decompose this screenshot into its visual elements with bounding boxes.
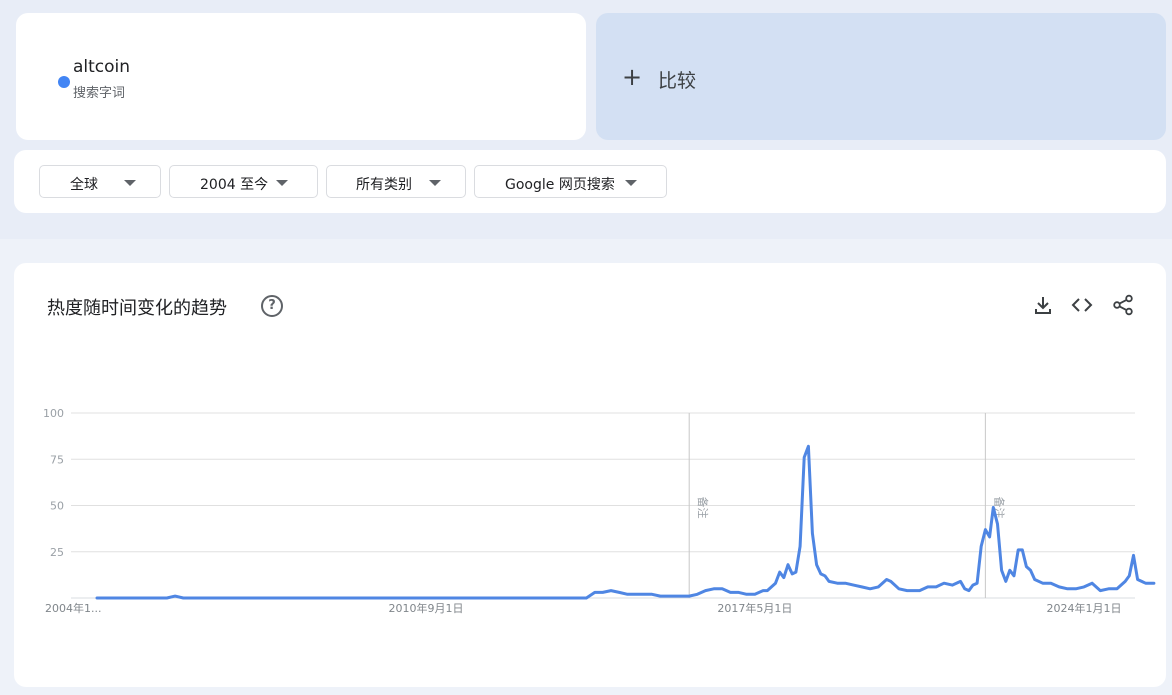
region-filter-label: 全球 xyxy=(70,177,98,193)
interest-over-time-card: 热度随时间变化的趋势 ? 100 75 50 25 备注 备注 2004年1... 2010年… xyxy=(14,263,1166,687)
chevron-down-icon xyxy=(625,180,637,186)
search-type-filter[interactable]: Google 网页搜索 xyxy=(474,165,667,198)
annotation-label: 备注 xyxy=(696,497,710,519)
y-tick-label: 100 xyxy=(43,407,64,420)
x-tick-label: 2017年5月1日 xyxy=(717,601,792,615)
compare-label: 比较 xyxy=(658,70,697,92)
x-tick-label: 2010年9月1日 xyxy=(389,601,464,615)
chevron-down-icon xyxy=(276,180,288,186)
search-term-type: 搜索字词 xyxy=(73,86,126,101)
compare-button[interactable]: + 比较 xyxy=(596,13,1166,140)
y-tick-label: 75 xyxy=(50,453,64,466)
search-type-filter-label: Google 网页搜索 xyxy=(505,177,615,193)
category-filter[interactable]: 所有类别 xyxy=(326,165,466,198)
series-color-dot xyxy=(58,76,70,88)
chevron-down-icon xyxy=(429,180,441,186)
plus-icon: + xyxy=(622,63,643,91)
category-filter-label: 所有类别 xyxy=(356,177,412,193)
y-tick-label: 25 xyxy=(50,546,64,559)
x-tick-label: 2004年1... xyxy=(45,601,101,615)
search-term-name: altcoin xyxy=(73,57,131,77)
y-tick-label: 50 xyxy=(50,500,64,513)
time-range-filter[interactable]: 2004 至今 xyxy=(169,165,318,198)
trend-chart: 100755025备注 备注2004年1... 2010年9月1日 2017年5月1日… xyxy=(43,407,1156,615)
x-tick-label: 2024年1月1日 xyxy=(1047,601,1122,615)
series-line-altcoin xyxy=(95,444,1156,600)
filter-bar: 全球 2004 至今 所有类别 Google 网页搜索 xyxy=(14,150,1166,213)
chevron-down-icon xyxy=(124,180,136,186)
region-filter[interactable]: 全球 xyxy=(39,165,161,198)
time-range-filter-label: 2004 至今 xyxy=(200,177,269,193)
search-term-card[interactable]: altcoin 搜索字词 xyxy=(16,13,586,140)
